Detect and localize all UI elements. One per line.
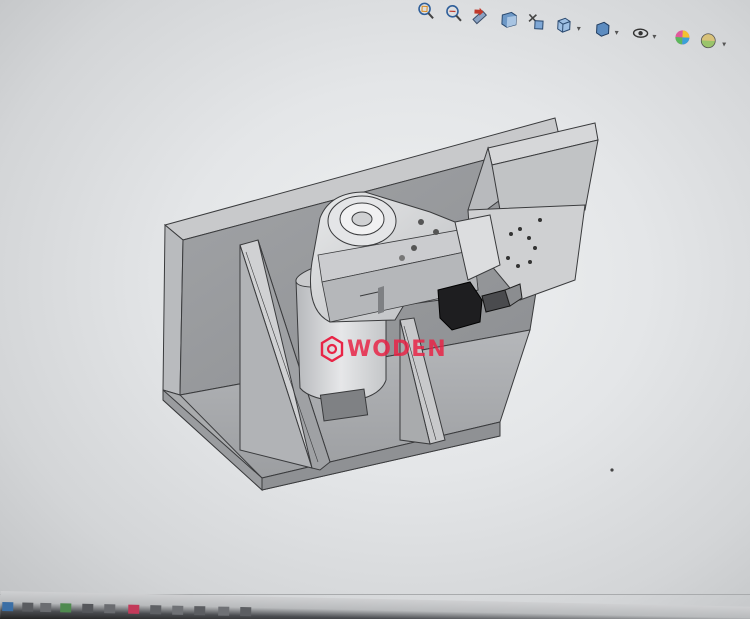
- watermark-text: WODEN: [347, 336, 447, 362]
- taskbar-app-icon-5[interactable]: [82, 603, 94, 613]
- taskbar-app-icon-2[interactable]: [22, 602, 34, 612]
- cad-screen: ▾ ▾ ▾ ▾ WODEN: [0, 0, 750, 619]
- 3d-model-viewport[interactable]: [0, 0, 750, 619]
- origin-marker: [610, 468, 614, 472]
- taskbar-app-icon-11[interactable]: [218, 606, 230, 616]
- taskbar-app-icon-6[interactable]: [104, 604, 116, 614]
- watermark-logo-icon: [320, 336, 344, 362]
- taskbar-app-icon-1[interactable]: [2, 602, 14, 612]
- watermark: WODEN: [320, 336, 447, 362]
- taskbar-app-icon-3[interactable]: [40, 602, 52, 613]
- taskbar-app-icon-10[interactable]: [194, 606, 206, 616]
- taskbar-app-icon-9[interactable]: [172, 605, 184, 615]
- taskbar-app-icon-4[interactable]: [60, 603, 72, 613]
- taskbar-app-icon-7[interactable]: [128, 604, 140, 614]
- taskbar-app-icon-8[interactable]: [150, 605, 162, 615]
- taskbar-app-icon-12[interactable]: [240, 607, 252, 617]
